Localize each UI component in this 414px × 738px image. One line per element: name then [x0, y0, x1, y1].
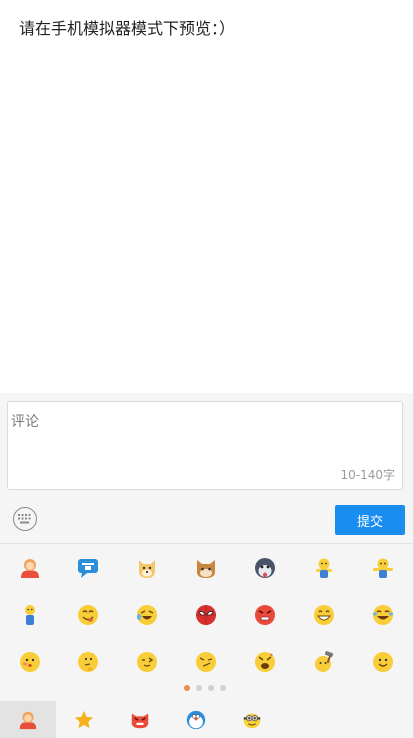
preview-hint: 请在手机模拟器模式下预览：）	[19, 19, 236, 38]
smirk-emoji[interactable]	[194, 650, 218, 674]
tears-of-joy-emoji[interactable]	[371, 603, 395, 627]
page-dot[interactable]	[208, 685, 214, 691]
hammer-emoji[interactable]	[312, 650, 336, 674]
yellow-figure-shrug-emoji[interactable]	[312, 556, 336, 580]
tab-minion[interactable]	[224, 701, 280, 738]
keyboard-icon	[18, 514, 31, 524]
cat-tab-icon	[131, 713, 149, 729]
tab-doraemon[interactable]	[168, 701, 224, 738]
doraemon-tab-icon	[186, 710, 206, 730]
tab-favorites[interactable]	[56, 701, 112, 738]
comment-box: 10-140字	[7, 401, 403, 490]
thinking-emoji[interactable]	[76, 650, 100, 674]
char-counter: 10-140字	[340, 468, 395, 482]
star-tab-icon	[74, 710, 94, 729]
emoji-category-tabs	[0, 701, 413, 738]
comment-panel: 10-140字 提交	[0, 393, 413, 738]
submit-button[interactable]: 提交	[335, 505, 405, 535]
laugh-cry-emoji[interactable]	[135, 603, 159, 627]
smile-blush-emoji[interactable]	[18, 650, 42, 674]
furious-emoji[interactable]	[253, 650, 277, 674]
smile-emoji[interactable]	[371, 650, 395, 674]
big-grin-emoji[interactable]	[312, 603, 336, 627]
page: 请在手机模拟器模式下预览：） 10-140字 提交	[0, 0, 414, 738]
standing-figure-emoji[interactable]	[18, 603, 42, 627]
wink-emoji[interactable]	[135, 650, 159, 674]
keyboard-toggle[interactable]	[13, 507, 37, 531]
divider	[0, 543, 413, 544]
page-dot[interactable]	[220, 685, 226, 691]
meow-cat-emoji[interactable]	[194, 556, 218, 580]
doge-emoji[interactable]	[135, 556, 159, 580]
hug-tab-icon	[19, 711, 37, 730]
hug-emoji[interactable]	[18, 556, 42, 580]
minion-tab-icon	[243, 713, 261, 729]
husky-emoji[interactable]	[253, 556, 277, 580]
page-dot[interactable]	[196, 685, 202, 691]
yum-emoji[interactable]	[76, 603, 100, 627]
page-dot[interactable]	[184, 685, 190, 691]
tab-cat[interactable]	[112, 701, 168, 738]
angry-red-emoji[interactable]	[253, 603, 277, 627]
tab-hug[interactable]	[0, 701, 56, 738]
ad-speech-bubble-emoji[interactable]	[76, 556, 100, 580]
spiderman-emoji[interactable]	[194, 603, 218, 627]
yellow-figure-arms-out-emoji[interactable]	[371, 556, 395, 580]
